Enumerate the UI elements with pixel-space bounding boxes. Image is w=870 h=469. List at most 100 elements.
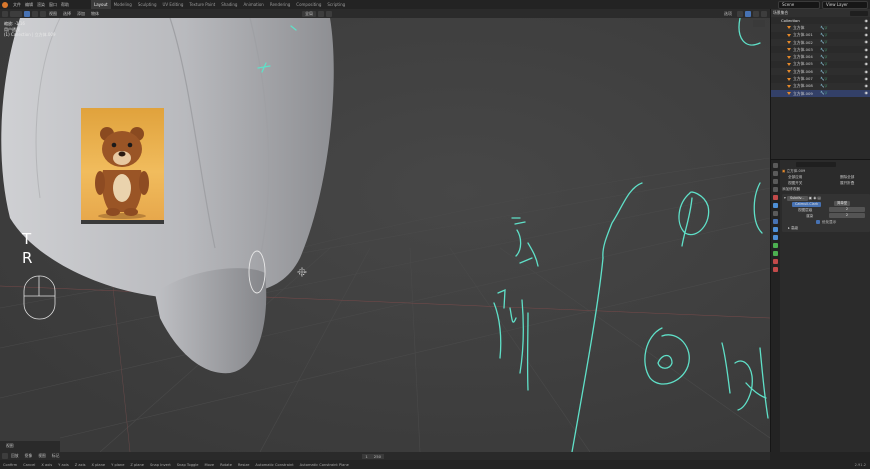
editor-type-icon[interactable] bbox=[2, 10, 8, 17]
eye-icon[interactable]: ◉ bbox=[865, 69, 869, 74]
frame-start-field[interactable]: 1 bbox=[362, 453, 371, 459]
eye-icon[interactable]: ◉ bbox=[865, 47, 869, 52]
world-tab-icon[interactable] bbox=[773, 203, 778, 208]
model-body[interactable] bbox=[1, 18, 334, 299]
outliner-item-8[interactable]: 立方体.008 🔧▽ ◉ bbox=[771, 82, 870, 90]
outliner-item-5[interactable]: 立方体.005 🔧▽ ◉ bbox=[771, 61, 870, 68]
viewport-shading-wire-icon[interactable] bbox=[737, 10, 743, 17]
active-object-label: (1) Collection | 立方体.009 bbox=[4, 32, 56, 37]
proportional-edit-icon[interactable] bbox=[326, 10, 332, 17]
advanced-collapse-icon[interactable]: ▸ bbox=[788, 226, 790, 230]
eye-icon[interactable]: ◉ bbox=[865, 90, 869, 95]
tool-tab-icon[interactable] bbox=[773, 163, 778, 168]
frame-end-field[interactable]: 250 bbox=[370, 453, 385, 459]
eye-icon[interactable]: ◉ bbox=[865, 39, 869, 44]
outliner-item-7[interactable]: 立方体.007 🔧▽ ◉ bbox=[771, 75, 870, 82]
view-layer-tab-icon[interactable] bbox=[773, 187, 778, 192]
outliner-item-0[interactable]: 立方体 🔧▽ ◉ bbox=[771, 24, 870, 32]
tab-layout[interactable]: Layout bbox=[91, 0, 111, 9]
eye-icon[interactable]: ◉ bbox=[865, 76, 869, 81]
options-dropdown[interactable]: 选项 bbox=[721, 11, 735, 17]
menu-add[interactable]: 添加 bbox=[74, 11, 88, 17]
eye-icon[interactable]: ◉ bbox=[865, 32, 869, 37]
viewport-shading-material-icon[interactable] bbox=[753, 10, 759, 17]
menu-window[interactable]: 窗口 bbox=[47, 2, 59, 8]
outliner-item-1[interactable]: 立方体.001 🔧▽ ◉ bbox=[771, 32, 870, 39]
snap-icon[interactable] bbox=[318, 10, 324, 17]
outliner-collection[interactable]: Collection ◉ bbox=[771, 17, 870, 24]
advanced-label[interactable]: 高级 bbox=[791, 226, 798, 230]
menu-select[interactable]: 选择 bbox=[60, 11, 74, 17]
blender-logo-icon[interactable] bbox=[2, 1, 8, 8]
tab-modeling[interactable]: Modeling bbox=[111, 0, 135, 9]
menu-marker[interactable]: 标记 bbox=[49, 453, 63, 459]
constraints-tab-icon[interactable] bbox=[773, 243, 778, 248]
eye-icon[interactable]: ◉ bbox=[865, 25, 869, 30]
simple-button[interactable]: 简单型 bbox=[834, 201, 851, 206]
tab-compositing[interactable]: Compositing bbox=[293, 0, 324, 9]
texture-tab-icon[interactable] bbox=[773, 267, 778, 272]
tab-rendering[interactable]: Rendering bbox=[267, 0, 293, 9]
viewport-shading-render-icon[interactable] bbox=[761, 10, 767, 17]
output-tab-icon[interactable] bbox=[773, 179, 778, 184]
modifier-visibility-icons[interactable]: ▣ ◉ ▤ bbox=[809, 196, 821, 200]
scene-tab-icon[interactable] bbox=[773, 195, 778, 200]
select-box-icon[interactable] bbox=[24, 10, 30, 17]
add-modifier-dropdown[interactable]: 添加修改器 bbox=[782, 187, 800, 191]
view-layer-selector[interactable]: View Layer bbox=[822, 0, 868, 9]
menu-timeline-view[interactable]: 视图 bbox=[35, 453, 49, 459]
modifier-collapse-icon[interactable]: ▾ bbox=[784, 196, 786, 200]
status-z-axis: Z axis bbox=[74, 463, 86, 467]
menu-edit[interactable]: 编辑 bbox=[23, 2, 35, 8]
levels-render-field[interactable]: 2 bbox=[829, 213, 865, 218]
outliner-item-3[interactable]: 立方体.003 🔧▽ ◉ bbox=[771, 46, 870, 53]
material-tab-icon[interactable] bbox=[773, 259, 778, 264]
mode-selector[interactable] bbox=[10, 10, 22, 17]
eye-icon[interactable]: ◉ bbox=[865, 18, 869, 23]
menu-view[interactable]: 视图 bbox=[46, 11, 60, 17]
optimal-display-checkbox[interactable]: 优化显示 bbox=[816, 220, 836, 224]
tab-animation[interactable]: Animation bbox=[240, 0, 266, 9]
data-tab-icon[interactable] bbox=[773, 251, 778, 256]
outliner-item-4[interactable]: 立方体.004 🔧▽ ◉ bbox=[771, 53, 870, 61]
menu-file[interactable]: 文件 bbox=[11, 2, 23, 8]
apply-all-button[interactable]: 全部应用 bbox=[788, 175, 802, 179]
tab-sculpting[interactable]: Sculpting bbox=[135, 0, 160, 9]
menu-playback[interactable]: 回放 bbox=[8, 453, 22, 459]
render-tab-icon[interactable] bbox=[773, 171, 778, 176]
reference-image-strip bbox=[81, 220, 164, 224]
viewport-shading-solid-icon[interactable] bbox=[745, 10, 751, 17]
reference-image[interactable] bbox=[81, 108, 164, 224]
top-menu-bar: 文件 编辑 渲染 窗口 帮助 Layout Modeling Sculpting… bbox=[0, 0, 870, 9]
tab-scripting[interactable]: Scripting bbox=[324, 0, 348, 9]
menu-render[interactable]: 渲染 bbox=[35, 2, 47, 8]
menu-keying[interactable]: 抠像 bbox=[22, 453, 36, 459]
overlay-toggle-icon[interactable] bbox=[753, 20, 765, 27]
menu-help[interactable]: 帮助 bbox=[59, 2, 71, 8]
levels-viewport-field[interactable]: 2 bbox=[829, 207, 865, 212]
tab-uv-editing[interactable]: UV Editing bbox=[160, 0, 187, 9]
tab-shading[interactable]: Shading bbox=[218, 0, 240, 9]
3d-viewport[interactable]: 缩放: -1.16 用户透视 (1) Collection | 立方体.009 … bbox=[0, 18, 770, 452]
outliner-item-6[interactable]: 立方体.006 🔧▽ ◉ bbox=[771, 68, 870, 76]
timeline-mini[interactable]: 视图 bbox=[0, 441, 60, 452]
physics-tab-icon[interactable] bbox=[773, 235, 778, 240]
outliner-search-input[interactable] bbox=[850, 10, 868, 16]
version-label: 2.91.2 bbox=[854, 463, 866, 467]
outliner-item-9[interactable]: 立方体.009 🔧▽ ◉ bbox=[771, 89, 870, 98]
properties-search-input[interactable] bbox=[796, 162, 836, 167]
particles-tab-icon[interactable] bbox=[773, 227, 778, 232]
status-x-plane: X plane bbox=[91, 463, 106, 467]
tab-texture-paint[interactable]: Texture Paint bbox=[186, 0, 218, 9]
object-tab-icon[interactable] bbox=[773, 211, 778, 216]
select-extend-icon[interactable] bbox=[32, 10, 38, 17]
modifier-tab-icon[interactable] bbox=[773, 219, 778, 224]
outliner-item-2[interactable]: 立方体.002 🔧▽ ◉ bbox=[771, 38, 870, 47]
eye-icon[interactable]: ◉ bbox=[865, 83, 869, 88]
transform-orientation-dropdown[interactable]: 全局 bbox=[302, 10, 316, 17]
scene-selector[interactable]: Scene bbox=[778, 0, 820, 9]
eye-icon[interactable]: ◉ bbox=[865, 61, 869, 66]
viewport-toggle-button[interactable]: 视图开关 bbox=[788, 181, 802, 185]
eye-icon[interactable]: ◉ bbox=[865, 54, 869, 59]
menu-object[interactable]: 物体 bbox=[88, 11, 102, 17]
